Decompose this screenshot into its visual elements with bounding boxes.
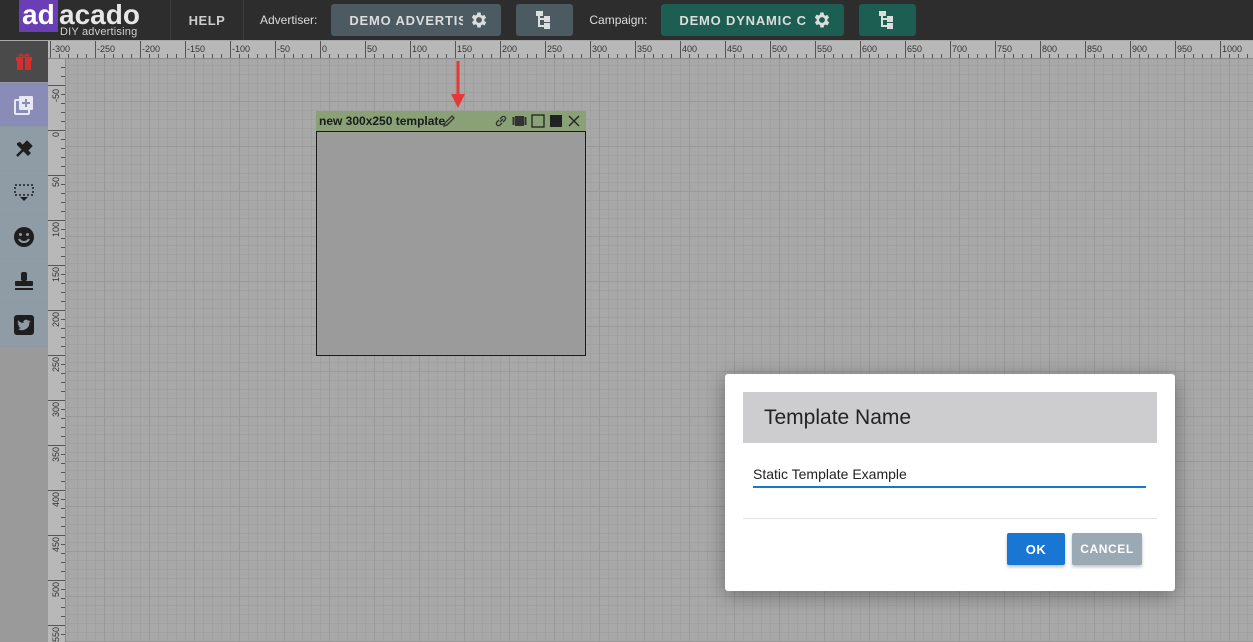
ruler-label: 50 xyxy=(51,177,61,187)
sidebar-item-emoji[interactable] xyxy=(0,215,48,259)
ruler-label: 0 xyxy=(322,44,327,54)
vertical-ruler: -50 0 50 100 150 200 250 300 350 400 450 500 550 xyxy=(48,59,66,642)
sidebar-item-add-layer[interactable] xyxy=(0,83,48,127)
annotation-arrow xyxy=(451,61,465,108)
ruler-label: 500 xyxy=(51,582,61,597)
dialog-header: Template Name xyxy=(743,392,1157,443)
app-logo[interactable]: ad acado DIY advertising xyxy=(0,0,170,40)
ruler-label: 100 xyxy=(412,44,427,54)
gear-icon[interactable] xyxy=(812,10,832,30)
left-toolbar xyxy=(0,41,48,642)
ruler-label: 550 xyxy=(817,44,832,54)
ruler-label: 400 xyxy=(51,492,61,507)
ruler-label: -100 xyxy=(232,44,250,54)
template-header[interactable]: new 300x250 template xyxy=(316,111,586,131)
advertiser-tree-button[interactable] xyxy=(516,4,574,36)
template-canvas-area[interactable] xyxy=(316,131,586,356)
sidebar-item-gift[interactable] xyxy=(0,41,48,83)
ruler-label: 400 xyxy=(682,44,697,54)
template-title: new 300x250 template xyxy=(319,114,446,128)
horizontal-ruler: -300 -250 -200 -150 -100 -50 0 50 100 150 200 250 30… xyxy=(48,41,1253,59)
pencil-icon[interactable] xyxy=(442,114,456,128)
gear-icon[interactable] xyxy=(469,10,489,30)
ruler-label: 500 xyxy=(772,44,787,54)
dropdown-area-icon xyxy=(14,183,34,201)
campaign-label: Campaign: xyxy=(589,13,648,27)
stamp-icon xyxy=(15,271,33,290)
template-name-input[interactable] xyxy=(753,462,1146,488)
ruler-label: -50 xyxy=(51,89,61,102)
help-button[interactable]: HELP xyxy=(170,0,244,40)
ruler-label: 300 xyxy=(51,402,61,417)
cancel-button[interactable]: CANCEL xyxy=(1072,533,1142,565)
smiley-icon xyxy=(14,226,34,247)
tree-icon xyxy=(878,11,893,29)
ruler-label: 50 xyxy=(367,44,377,54)
ruler-label: 700 xyxy=(952,44,967,54)
ruler-label: 250 xyxy=(547,44,562,54)
ruler-label: 600 xyxy=(862,44,877,54)
ruler-label: 0 xyxy=(51,132,61,137)
vertical-ruler-ticks: -50 0 50 100 150 200 250 300 350 400 450 500 550 xyxy=(48,67,65,642)
logo-ad: ad xyxy=(19,0,58,32)
campaign-name: DEMO DYNAMIC C... xyxy=(679,12,807,28)
ruler-label: 350 xyxy=(51,447,61,462)
sidebar-item-tools[interactable] xyxy=(0,127,48,171)
ruler-label: -300 xyxy=(52,44,70,54)
film-icon[interactable] xyxy=(512,114,527,128)
ruler-label: 150 xyxy=(457,44,472,54)
ruler-label: -200 xyxy=(142,44,160,54)
ruler-label: 450 xyxy=(727,44,742,54)
sidebar-item-twitter[interactable] xyxy=(0,303,48,347)
ruler-label: -250 xyxy=(97,44,115,54)
close-icon[interactable] xyxy=(567,114,581,128)
campaign-select-button[interactable]: DEMO DYNAMIC C... xyxy=(661,4,845,36)
horizontal-ruler-ticks: -300 -250 -200 -150 -100 -50 0 50 100 150 200 250 30… xyxy=(50,41,1248,58)
sidebar-item-stamp[interactable] xyxy=(0,259,48,303)
ruler-label: 650 xyxy=(907,44,922,54)
ruler-label: -50 xyxy=(277,44,290,54)
ruler-label: 200 xyxy=(502,44,517,54)
top-bar: ad acado DIY advertising HELP Advertiser… xyxy=(0,0,1253,40)
ruler-label: 850 xyxy=(1087,44,1102,54)
ruler-label: 800 xyxy=(1042,44,1057,54)
ruler-label: 900 xyxy=(1132,44,1147,54)
ruler-label: 550 xyxy=(51,627,61,642)
tree-icon xyxy=(535,11,550,29)
ruler-label: 300 xyxy=(592,44,607,54)
square-outline-icon[interactable] xyxy=(531,114,545,128)
gift-icon xyxy=(16,53,32,70)
ruler-label: 250 xyxy=(51,357,61,372)
template-name-dialog: Template Name OK CANCEL xyxy=(725,374,1175,591)
tools-icon xyxy=(16,139,33,157)
twitter-icon xyxy=(14,314,34,335)
ruler-label: 150 xyxy=(51,267,61,282)
ruler-label: 200 xyxy=(51,312,61,327)
dialog-divider xyxy=(743,518,1157,519)
ruler-label: 950 xyxy=(1177,44,1192,54)
campaign-tree-button[interactable] xyxy=(859,4,917,36)
ruler-label: 750 xyxy=(997,44,1012,54)
ruler-label: 1000 xyxy=(1222,44,1242,54)
advertiser-name: DEMO ADVERTISER xyxy=(349,12,464,28)
advertiser-select-button[interactable]: DEMO ADVERTISER xyxy=(331,4,502,36)
square-filled-icon[interactable] xyxy=(549,114,563,128)
ruler-label: 350 xyxy=(637,44,652,54)
ruler-label: 450 xyxy=(51,537,61,552)
ok-button[interactable]: OK xyxy=(1007,533,1065,565)
dialog-title: Template Name xyxy=(764,405,912,429)
sidebar-item-dropdown-area[interactable] xyxy=(0,171,48,215)
advertiser-label: Advertiser: xyxy=(260,13,318,27)
link-icon[interactable] xyxy=(494,114,508,128)
add-layer-icon xyxy=(14,95,33,115)
ruler-label: -150 xyxy=(187,44,205,54)
ruler-label: 100 xyxy=(51,222,61,237)
logo-tagline: DIY advertising xyxy=(60,26,138,38)
